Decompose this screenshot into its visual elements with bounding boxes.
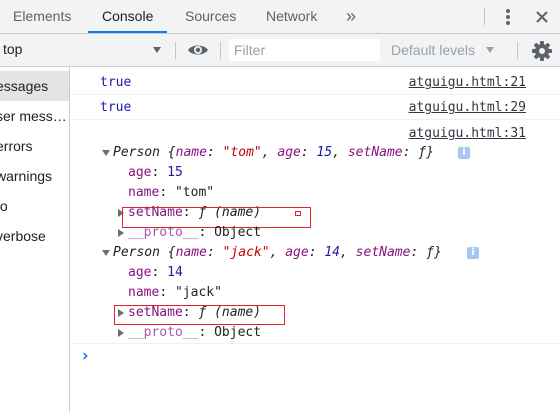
sidebar-item-info[interactable]: fo bbox=[0, 191, 69, 221]
sidebar-item-warnings[interactable]: warnings bbox=[0, 161, 69, 191]
sidebar-item-user-messages[interactable]: ser mess… bbox=[0, 101, 69, 131]
property-row-proto[interactable]: __proto__: Object bbox=[128, 225, 261, 240]
toolbar-divider bbox=[517, 42, 518, 59]
toolbar-divider bbox=[175, 42, 176, 59]
log-levels-label: Default levels bbox=[391, 42, 476, 58]
devtools-tab-bar: Elements Console Sources Network » bbox=[0, 0, 560, 34]
gear-icon[interactable] bbox=[531, 40, 553, 62]
property-row: age: 14 bbox=[128, 265, 183, 280]
property-row: name: "jack" bbox=[128, 285, 222, 300]
log-value-true: true bbox=[100, 75, 132, 90]
console-prompt-icon: › bbox=[80, 346, 91, 366]
tab-sources[interactable]: Sources bbox=[185, 0, 236, 33]
filter-input[interactable]: Filter bbox=[229, 39, 380, 61]
source-link[interactable]: atguigu.html:29 bbox=[409, 100, 526, 115]
source-link[interactable]: atguigu.html:31 bbox=[409, 126, 526, 141]
console-output: true atguigu.html:21 true atguigu.html:2… bbox=[70, 67, 560, 412]
toolbar-divider bbox=[220, 42, 221, 59]
tabbar-divider bbox=[484, 8, 485, 25]
console-input[interactable] bbox=[96, 347, 536, 367]
console-toolbar: top Filter Default levels bbox=[0, 34, 560, 67]
expand-toggle-icon[interactable] bbox=[118, 329, 124, 337]
log-value-true: true bbox=[100, 100, 132, 115]
info-icon[interactable]: i bbox=[458, 147, 470, 159]
console-sidebar: essages ser mess… errors warnings fo ver… bbox=[0, 67, 70, 412]
expand-toggle-icon[interactable] bbox=[102, 150, 110, 156]
more-tabs-icon[interactable]: » bbox=[346, 0, 356, 33]
expand-toggle-icon[interactable] bbox=[118, 229, 124, 237]
source-link[interactable]: atguigu.html:21 bbox=[409, 75, 526, 90]
expand-toggle-icon[interactable] bbox=[102, 250, 110, 256]
filter-placeholder: Filter bbox=[234, 42, 266, 58]
property-row-proto[interactable]: __proto__: Object bbox=[128, 325, 261, 340]
info-icon[interactable]: i bbox=[467, 247, 479, 259]
sidebar-item-messages[interactable]: essages bbox=[0, 71, 69, 101]
close-devtools-icon[interactable] bbox=[532, 7, 552, 27]
sidebar-item-errors[interactable]: errors bbox=[0, 131, 69, 161]
chevron-down-icon bbox=[486, 47, 494, 53]
tab-network[interactable]: Network bbox=[266, 0, 317, 33]
message-divider bbox=[70, 94, 560, 95]
tab-elements[interactable]: Elements bbox=[13, 0, 71, 33]
chevron-down-icon bbox=[153, 47, 161, 53]
eye-icon[interactable] bbox=[186, 41, 210, 59]
tab-console[interactable]: Console bbox=[88, 0, 168, 33]
object-summary[interactable]: Person {name: "tom", age: 15, setName: ƒ… bbox=[113, 145, 434, 160]
object-summary[interactable]: Person {name: "jack", age: 14, setName: … bbox=[113, 245, 442, 260]
message-divider bbox=[70, 119, 560, 120]
message-divider bbox=[70, 343, 560, 344]
property-row: age: 15 bbox=[128, 165, 183, 180]
context-selector[interactable]: top bbox=[0, 34, 172, 66]
log-levels-dropdown[interactable]: Default levels bbox=[386, 34, 506, 66]
sidebar-item-verbose[interactable]: verbose bbox=[0, 221, 69, 251]
highlight-box bbox=[114, 305, 285, 325]
kebab-menu-icon[interactable] bbox=[501, 8, 515, 26]
context-selector-value: top bbox=[3, 41, 23, 57]
property-row: name: "tom" bbox=[128, 185, 215, 200]
cursor-marker bbox=[295, 211, 301, 216]
